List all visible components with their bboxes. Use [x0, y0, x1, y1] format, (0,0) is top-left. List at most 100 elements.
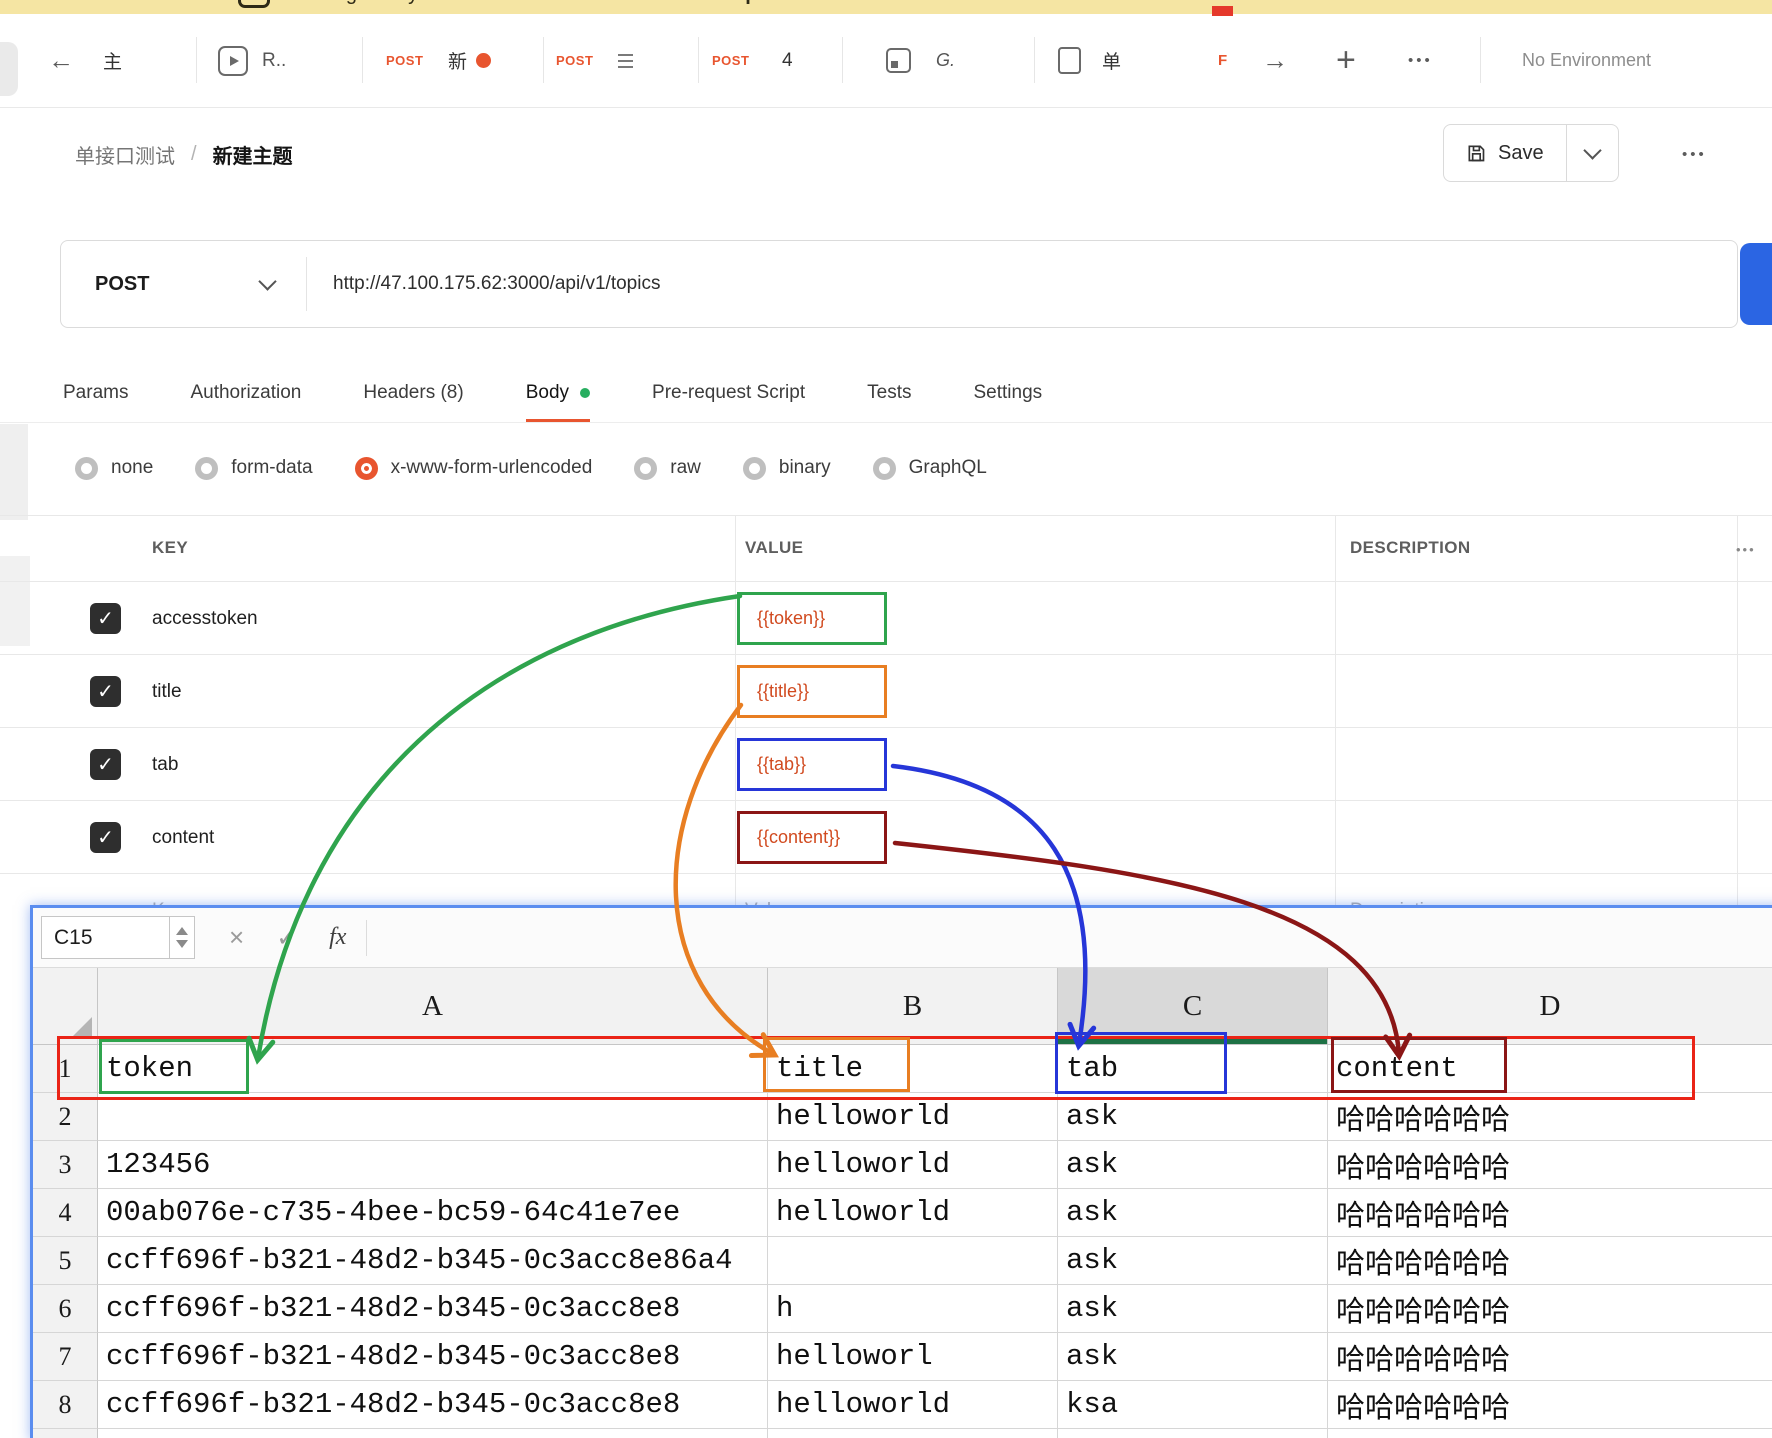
radio-raw[interactable]: raw [634, 456, 701, 480]
sheet-cell-d[interactable]: 哈哈哈哈哈哈 [1328, 1429, 1772, 1438]
select-all-corner[interactable] [33, 968, 98, 1045]
sheet-cell-d[interactable]: 哈哈哈哈哈哈 [1328, 1189, 1772, 1237]
sheet-cell-a[interactable]: ccff696f-b321-48d2-b345-0c3acc8e8 [98, 1381, 768, 1429]
row-checkbox[interactable]: ✓ [90, 676, 121, 707]
sheet-cell-c[interactable]: ask [1058, 1285, 1328, 1333]
param-value-cell-tab[interactable]: {{tab}} [737, 738, 887, 791]
sheet-cell-d[interactable]: 哈哈哈哈哈哈 [1328, 1381, 1772, 1429]
row-header[interactable]: 8 [33, 1381, 98, 1429]
column-header-b[interactable]: B [768, 968, 1058, 1045]
name-box-spinner[interactable] [169, 917, 194, 958]
column-header-d[interactable]: D [1328, 968, 1772, 1045]
tab-settings[interactable]: Settings [974, 382, 1043, 422]
param-value-cell-token[interactable]: {{token}} [737, 592, 887, 645]
sheet-cell-b[interactable]: helloworld [768, 1141, 1058, 1189]
row-header[interactable]: 3 [33, 1141, 98, 1189]
sheet-cell-b[interactable]: h [768, 1285, 1058, 1333]
list-icon[interactable] [618, 14, 633, 107]
sheet-cell-a[interactable]: ccff696f-b321-48d2-b345-0c3acc8e8 [98, 1333, 768, 1381]
grid-icon[interactable] [886, 14, 911, 107]
sheet-cell-c[interactable]: ask [1058, 1189, 1328, 1237]
sheet-cell-d[interactable]: 哈哈哈哈哈哈 [1328, 1333, 1772, 1381]
sheet-cell-d[interactable]: 哈哈哈哈哈哈 [1328, 1285, 1772, 1333]
param-key-cell[interactable]: accesstoken [152, 582, 258, 655]
spinner-down-icon[interactable] [176, 940, 188, 948]
tab3-method-label[interactable]: POST [712, 14, 749, 107]
environment-selector[interactable]: No Environment [1522, 14, 1651, 107]
sheet-cell-a[interactable]: ccff696f-b321-48d2-b345-0c3acc8e8 [98, 1285, 768, 1333]
sheet-cell-c[interactable]: ask [1058, 1093, 1328, 1141]
tab-home[interactable]: 主 [103, 14, 122, 107]
sheet-cell-d[interactable]: 哈哈哈哈哈哈 [1328, 1093, 1772, 1141]
tab-headers[interactable]: Headers (8) [363, 382, 463, 422]
tab-tests[interactable]: Tests [867, 382, 911, 422]
url-input[interactable]: http://47.100.175.62:3000/api/v1/topics [333, 273, 660, 295]
row-checkbox[interactable]: ✓ [90, 603, 121, 634]
param-value-cell-title[interactable]: {{title}} [737, 665, 887, 718]
cancel-entry-icon[interactable]: × [229, 922, 244, 953]
row-header[interactable]: 5 [33, 1237, 98, 1285]
row-header[interactable]: 4 [33, 1189, 98, 1237]
row-checkbox[interactable]: ✓ [90, 749, 121, 780]
sheet-cell-c[interactable]: ask [1058, 1429, 1328, 1438]
breadcrumb-parent[interactable]: 单接口测试 [75, 140, 175, 169]
sheet-cell-b[interactable]: helloworld [768, 1381, 1058, 1429]
tab-authorization[interactable]: Authorization [190, 382, 301, 422]
partial-tab-label[interactable]: F [1218, 14, 1227, 107]
tab-runner[interactable] [218, 14, 248, 107]
request-kebab-icon[interactable]: ••• [1682, 107, 1707, 202]
tab2-method-label[interactable]: POST [556, 14, 593, 107]
switch-workspace-link[interactable]: Switch to a Workspace [573, 0, 790, 6]
tab3-title[interactable]: 4 [782, 14, 793, 107]
sheet-cell-c[interactable]: ask [1058, 1237, 1328, 1285]
radio-none[interactable]: none [75, 456, 153, 480]
radio-binary[interactable]: binary [742, 456, 831, 480]
param-key-cell[interactable]: tab [152, 728, 178, 801]
row-header[interactable]: 2 [33, 1093, 98, 1141]
send-button[interactable] [1740, 243, 1772, 325]
param-key-cell[interactable]: title [152, 655, 182, 728]
sheet-cell-b[interactable] [768, 1237, 1058, 1285]
tab-prerequest-script[interactable]: Pre-request Script [652, 382, 805, 422]
tab-runner-label[interactable]: R.. [262, 14, 286, 107]
tab-params[interactable]: Params [63, 382, 128, 422]
back-icon[interactable]: ← [48, 14, 74, 107]
row-header[interactable]: 6 [33, 1285, 98, 1333]
save-options-button[interactable] [1566, 124, 1619, 182]
forward-icon[interactable]: → [1262, 14, 1288, 107]
sheet-cell-b[interactable]: helloworl [768, 1333, 1058, 1381]
sheet-cell-a[interactable]: ccff696f-b321-48d2-b345-0c3acc8e8 [98, 1429, 768, 1438]
tab-body[interactable]: Body [525, 382, 591, 422]
spinner-up-icon[interactable] [176, 927, 188, 935]
sheet-cell-d[interactable]: 哈哈哈哈哈哈 [1328, 1141, 1772, 1189]
tab1-method-label[interactable]: POST [386, 14, 423, 107]
sheet-cell-a[interactable]: ccff696f-b321-48d2-b345-0c3acc8e86a4 [98, 1237, 768, 1285]
save-button[interactable]: Save [1443, 124, 1567, 182]
radio-form-data[interactable]: form-data [195, 456, 313, 480]
insert-function-icon[interactable]: fx [329, 924, 346, 951]
sheet-cell-c[interactable]: ksa [1058, 1381, 1328, 1429]
row-header[interactable]: 7 [33, 1333, 98, 1381]
table-options-kebab-icon[interactable]: ••• [1736, 542, 1756, 557]
confirm-entry-icon[interactable]: ✓ [276, 923, 297, 953]
sheet-cell-c[interactable]: ask [1058, 1333, 1328, 1381]
sheet-cell-b[interactable]: helloworld [768, 1189, 1058, 1237]
param-value-cell-content[interactable]: {{content}} [737, 811, 887, 864]
sheet-cell-c[interactable]: ask [1058, 1141, 1328, 1189]
new-tab-plus-icon[interactable]: + [1336, 14, 1356, 107]
param-key-cell[interactable]: content [152, 801, 214, 874]
sheet-cell-a[interactable] [98, 1093, 768, 1141]
cell-reference-box[interactable]: C15 [41, 916, 195, 959]
radio-x-www-form-urlencoded[interactable]: x-www-form-urlencoded [354, 456, 592, 480]
tab-dan-label[interactable]: 单 [1102, 14, 1121, 107]
sheet-cell-b[interactable]: helloworld [768, 1429, 1058, 1438]
tab-options-kebab-icon[interactable]: ••• [1408, 14, 1433, 107]
row-header[interactable]: 9 [33, 1429, 98, 1438]
sheet-cell-a[interactable]: 00ab076e-c735-4bee-bc59-64c41e7ee [98, 1189, 768, 1237]
column-header-a[interactable]: A [98, 968, 768, 1045]
tab-g-label[interactable]: G. [936, 14, 955, 107]
sheet-cell-d[interactable]: 哈哈哈哈哈哈 [1328, 1237, 1772, 1285]
sheet-cell-b[interactable]: helloworld [768, 1093, 1058, 1141]
radio-graphql[interactable]: GraphQL [872, 456, 987, 480]
file-icon[interactable] [1058, 14, 1081, 107]
